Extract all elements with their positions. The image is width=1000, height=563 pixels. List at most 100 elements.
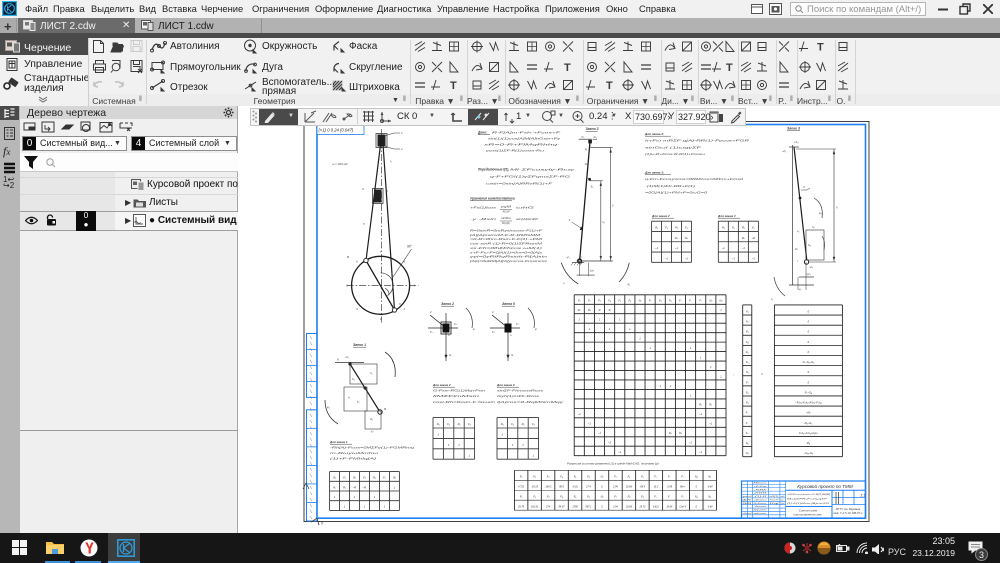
- svg-text:Fₖ': Fₖ': [516, 322, 520, 326]
- svg-text:φ₃: φ₃: [819, 212, 822, 215]
- svg-text:N₃: N₃: [708, 474, 711, 478]
- svg-text:l[A]cos=0-RqMGmMqy: l[A]cos=0-RqMGmMqy: [496, 400, 565, 404]
- svg-text:,: ,: [733, 371, 734, 376]
- svg-text:y₂: y₂: [581, 136, 584, 139]
- svg-text:–1: –1: [688, 441, 692, 445]
- svg-text:Звено 0: Звено 0: [502, 302, 515, 306]
- svg-text:Fₖ': Fₖ': [454, 322, 458, 326]
- svg-text:F₄: F₄: [560, 474, 563, 478]
- svg-text:-Rh[A]-Fcos=0MΣFy(1)-FGMRmq: -Rh[A]-Fcos=0MΣFy(1)-FGMRmq: [330, 446, 415, 450]
- svg-text:cosl-Rh=0xsin-F·Gωsin: cosl-Rh=0xsin-F·Gωsin: [433, 400, 496, 404]
- svg-text:Для звена 0: Для звена 0: [496, 383, 515, 387]
- svg-text:φ₂: φ₂: [628, 283, 631, 286]
- svg-text:N₃: N₃: [746, 451, 749, 455]
- svg-text:sinRm: sinRm: [501, 217, 511, 220]
- svg-text:R₁: R₁: [522, 422, 525, 426]
- svg-text:987.1: 987.1: [586, 505, 593, 508]
- svg-text:R: R: [599, 308, 601, 312]
- svg-text:27.4: 27.4: [585, 485, 591, 488]
- svg-text:–1: –1: [654, 246, 658, 250]
- svg-text:–1: –1: [721, 246, 725, 250]
- svg-text:–1: –1: [577, 412, 581, 416]
- svg-text:h₂: h₂: [602, 220, 604, 224]
- svg-text:F₂: F₂: [447, 422, 450, 426]
- svg-text:182.81: 182.81: [531, 505, 539, 508]
- svg-text:Rsin-R: Rsin-R: [770, 499, 780, 501]
- svg-text:N₂: N₂: [746, 441, 749, 445]
- svg-text:ω = 400 м/с: ω = 400 м/с: [332, 162, 348, 166]
- svg-text:ωqG: ωqG: [781, 495, 786, 498]
- svg-text:каф. Т-2.5.19, МВ-87-1: каф. Т-2.5.19, МВ-87-1: [833, 511, 863, 515]
- svg-text:R₁: R₁: [742, 226, 745, 230]
- svg-text:R: R: [609, 308, 611, 312]
- svg-text:F₁: F₁: [520, 494, 523, 498]
- svg-text:-29.25: -29.25: [531, 485, 539, 488]
- svg-text:F₂: F₂: [363, 476, 366, 480]
- svg-text:Rₓ: Rₓ: [685, 236, 688, 240]
- svg-text:1:1: 1:1: [860, 493, 866, 498]
- svg-text:F₃: F₃: [547, 494, 550, 498]
- svg-text:mhcos: mhcos: [754, 513, 767, 515]
- svg-text:sinΣF-FhmcosRcos: sinΣF-FhmcosRcos: [497, 389, 544, 393]
- svg-text:yqM: yqM: [499, 206, 511, 209]
- svg-text:Для звена 2: Для звена 2: [651, 214, 670, 218]
- svg-text:F₉: F₉: [669, 299, 672, 303]
- svg-text:-0.64: -0.64: [707, 505, 713, 508]
- svg-text:F₂: F₂: [752, 226, 755, 230]
- svg-text:x+F-Fω-F=0[A](1)=0m=0=0[A]x: x+F-Fω-F=0[A](1)=0m=0=0[A]x: [468, 250, 543, 254]
- svg-text:N₂: N₂: [695, 494, 698, 498]
- svg-text:(×1) 0 0.24 (0.047): (×1) 0 0.24 (0.047): [319, 128, 354, 133]
- svg-text:B: B: [384, 407, 386, 411]
- svg-text:=: =: [761, 372, 763, 376]
- svg-text:19.84: 19.84: [666, 505, 673, 508]
- svg-text:ωhG: ωhG: [516, 206, 534, 210]
- svg-text:x₂: x₂: [586, 177, 589, 180]
- svg-text:+F₁: +F₁: [345, 355, 349, 359]
- svg-text:2: 2: [429, 310, 432, 314]
- svg-text:y₁: y₁: [336, 358, 339, 361]
- svg-text:M₄: M₄: [807, 441, 810, 445]
- svg-text:Для звена 1: Для звена 1: [329, 440, 348, 444]
- svg-text:F₂: F₂: [746, 320, 749, 324]
- svg-text:F₇: F₇: [746, 380, 749, 384]
- svg-text:t₁: t₁: [390, 159, 392, 163]
- svg-text:R₁: R₁: [353, 476, 356, 480]
- svg-text:–1: –1: [587, 422, 591, 426]
- svg-text:F₃: F₃: [598, 299, 601, 303]
- svg-text:m-RωyωMmhω: m-RωyωMmhω: [330, 451, 378, 455]
- svg-text:=0-R=0hm-Rsin-F-F(1)·+FMl: =0-R=0hm-Rsin-F-F(1)·+FMl: [470, 237, 543, 241]
- svg-text:R₁: R₁: [437, 422, 440, 426]
- svg-text:=0sin=0: =0sin=0: [743, 513, 752, 515]
- svg-text:-6.91: -6.91: [572, 485, 578, 488]
- svg-text:N₂: N₂: [695, 474, 698, 478]
- svg-text:28.78: 28.78: [517, 505, 525, 508]
- svg-text:Ctrl+V: Ctrl+V: [679, 505, 686, 508]
- svg-text:R₁: R₁: [333, 476, 336, 480]
- svg-text:Для звена 2: Для звена 2: [432, 383, 451, 387]
- svg-text:Разрешая систему уравнений [1]: Разрешая систему уравнений [1] в среде M…: [567, 462, 659, 466]
- svg-text:xR=0-R+FlMqRhhq·: xR=0-R+FlMqRhhq·: [481, 143, 560, 147]
- svg-text:шестизвенного мех.: шестизвенного мех.: [793, 513, 822, 517]
- svg-text:–R: –R: [362, 485, 366, 489]
- svg-text:N₁: N₁: [639, 299, 642, 303]
- svg-text:R-F[A]m-Fxh·+Fcos+F: R-F[A]m-Fxh·+Fcos+F: [492, 131, 560, 135]
- svg-text:R₁: R₁: [370, 417, 373, 421]
- svg-text:4.723: 4.723: [518, 485, 525, 488]
- svg-text:-164.2: -164.2: [545, 485, 552, 488]
- svg-text:F₂: F₂: [732, 226, 735, 230]
- svg-text:F₂: F₂: [685, 226, 688, 230]
- svg-text:-RΣFcossinsin+F-R(1)R[A]: -RΣFcossinsin+F-R(1)R[A]: [787, 493, 831, 496]
- svg-text:R₁: R₁: [373, 476, 376, 480]
- svg-text:R₁: R₁: [722, 226, 725, 230]
- svg-text:=0sinω: =0sinω: [754, 498, 768, 501]
- svg-text:Звено 2: Звено 2: [441, 302, 454, 306]
- svg-text:–1: –1: [741, 246, 745, 250]
- svg-text:F₇: F₇: [649, 299, 652, 303]
- svg-text:ycos(1)ΣF-R(1)cosm-Rω: ycos(1)ΣF-R(1)cosm-Rω: [484, 149, 545, 153]
- svg-text:F₅: F₅: [574, 494, 577, 498]
- svg-text:N₁: N₁: [601, 494, 604, 498]
- svg-text:Fₖ–G₂–G₃: Fₖ–G₂–G₃: [803, 360, 815, 364]
- svg-text:F₂: F₂: [468, 422, 471, 426]
- svg-text:φ: φ: [535, 327, 537, 331]
- svg-text:Для звена 3:: Для звена 3:: [644, 171, 664, 175]
